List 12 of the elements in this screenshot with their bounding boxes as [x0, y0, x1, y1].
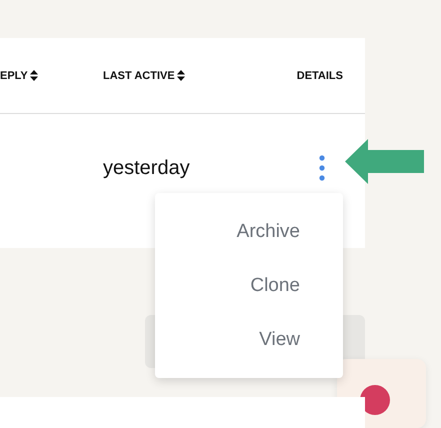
- menu-item[interactable]: View: [259, 312, 343, 366]
- table-cell-text: yesterday: [103, 156, 191, 180]
- menu-item[interactable]: Archive: [236, 204, 343, 258]
- column-header[interactable]: LAST ACTIVE: [103, 70, 175, 82]
- sort-icon[interactable]: [176, 70, 185, 81]
- menu-item[interactable]: Clone: [250, 258, 343, 312]
- column-header[interactable]: EPLY: [0, 70, 28, 82]
- sort-icon[interactable]: [30, 70, 38, 81]
- column-header[interactable]: DETAILS: [296, 70, 343, 82]
- dot-icon: [360, 385, 390, 415]
- more-options-icon[interactable]: [319, 155, 325, 181]
- arrow-icon: [345, 139, 425, 184]
